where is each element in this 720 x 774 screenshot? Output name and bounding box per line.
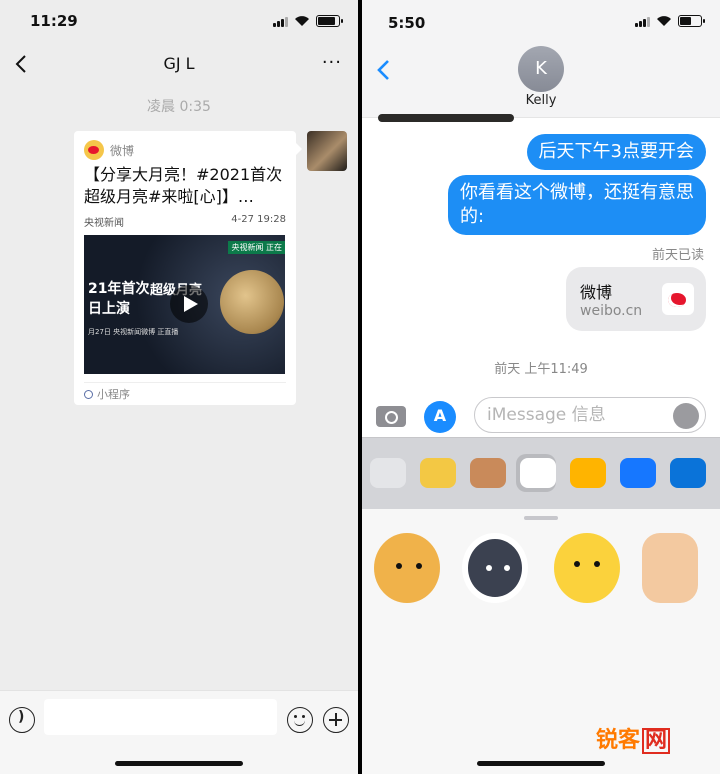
appstore-icon[interactable] (424, 401, 456, 433)
chevron-left-icon[interactable] (374, 58, 394, 82)
mic-icon[interactable] (673, 403, 699, 429)
message-input[interactable] (44, 699, 277, 735)
voice-icon[interactable] (9, 707, 35, 733)
sent-message[interactable]: 你看看这个微博，还挺有意思的: (448, 175, 706, 235)
camera-icon[interactable] (376, 406, 406, 427)
link-preview-card[interactable]: 微博 weibo.cn (566, 267, 706, 331)
status-bar: 11:29 (0, 0, 358, 44)
watermark-text: 锐客 (595, 728, 640, 753)
home-indicator (477, 761, 605, 766)
compose-bar: iMessage 信息 (362, 394, 720, 436)
card-source: 微博 (110, 143, 135, 158)
alipay-app-icon[interactable] (620, 458, 656, 488)
input-bar (0, 690, 358, 774)
weibo-icon (662, 283, 694, 315)
read-receipt: 前天已读 (651, 248, 704, 263)
signal-icon (273, 16, 288, 27)
wifi-icon (657, 16, 671, 26)
system-icons (273, 15, 343, 27)
status-time: 11:29 (30, 12, 78, 30)
battery-icon (678, 15, 705, 27)
battery-icon (316, 15, 343, 27)
onedrive-app-icon[interactable] (670, 458, 706, 488)
shared-weibo-card[interactable]: 微博 【分享大月亮！#2021首次超级月亮#来啦[心]】… 央视新闻 4-27 … (74, 131, 302, 405)
message-timestamp: 凌晨 0:35 (147, 99, 211, 115)
signal-icon (635, 16, 650, 27)
card-header: 微博 (84, 140, 134, 160)
emoji-icon[interactable] (287, 707, 313, 733)
wifi-icon (295, 16, 309, 26)
system-icons (635, 15, 705, 27)
avatar[interactable] (307, 131, 347, 171)
previous-image-edge (378, 114, 514, 122)
emoji-watermelon-sticker[interactable] (554, 533, 620, 603)
mini-program-label: 小程序 (97, 388, 130, 401)
more-button[interactable]: ··· (322, 52, 342, 73)
weibo-icon (84, 140, 104, 160)
imessage-screen: 5:50 K Kelly 后天下午3点要开会 你看看这个微博，还挺有意思的: 前… (362, 0, 720, 774)
contact-name[interactable]: Kelly (362, 93, 720, 108)
chat-title: GJ L (163, 54, 195, 73)
home-indicator (115, 761, 243, 766)
video-app-icon[interactable] (570, 458, 606, 488)
line-sticker-app-icon[interactable] (420, 458, 456, 488)
card-date: 4-27 19:28 (231, 214, 286, 225)
doge-sticker[interactable] (374, 533, 440, 603)
caption-line-2: 日上演 (88, 301, 130, 317)
wechat-chat-screen: 11:29 GJ L ··· 凌晨 0:35 微博 【分享大月亮！#2021首次… (0, 0, 358, 774)
sent-message[interactable]: 后天下午3点要开会 (526, 134, 706, 170)
contact-avatar[interactable]: K (518, 46, 564, 92)
imessage-placeholder: iMessage 信息 (487, 405, 606, 425)
line-brown-app-icon[interactable] (470, 458, 506, 488)
panel-grabber[interactable] (524, 516, 558, 520)
watermark-logo: 锐客网 (596, 722, 670, 754)
card-meta: 央视新闻 4-27 19:28 (84, 214, 286, 229)
watermark-box: 网 (641, 728, 670, 754)
card-publisher: 央视新闻 (84, 218, 124, 229)
status-time: 5:50 (388, 14, 426, 32)
message-timestamp: 前天 上午11:49 (494, 362, 588, 377)
husky-sticker[interactable] (462, 533, 528, 603)
imessage-header: 5:50 K Kelly (362, 0, 720, 122)
card-divider (84, 382, 286, 383)
photos-app-icon[interactable] (370, 458, 406, 488)
chat-nav-bar: GJ L ··· (0, 44, 358, 84)
thumbnail-caption: 21年首次日上演 (88, 279, 149, 319)
imessage-input[interactable]: iMessage 信息 (474, 397, 706, 433)
link-domain: weibo.cn (580, 303, 643, 319)
weibo-app-icon[interactable] (520, 458, 556, 488)
plus-icon[interactable] (323, 707, 349, 733)
thumbnail-tag: 央视新闻 正在 (228, 241, 285, 254)
card-footer: 小程序 (84, 386, 130, 402)
play-icon[interactable] (170, 285, 208, 323)
app-drawer (362, 437, 720, 509)
moon-image (220, 270, 284, 334)
thumbs-up-sticker[interactable] (642, 533, 698, 603)
caption-line-1: 21年首次 (88, 281, 150, 297)
mini-program-icon (84, 389, 93, 399)
video-thumbnail[interactable]: 21年首次日上演 超级月亮 央视新闻 正在 月27日 央视新闻微博 正直播 (84, 235, 285, 374)
card-text: 【分享大月亮！#2021首次超级月亮#来啦[心]】… (84, 165, 283, 206)
thumbnail-strip: 月27日 央视新闻微博 正直播 (88, 328, 179, 336)
link-title: 微博 (580, 283, 613, 302)
